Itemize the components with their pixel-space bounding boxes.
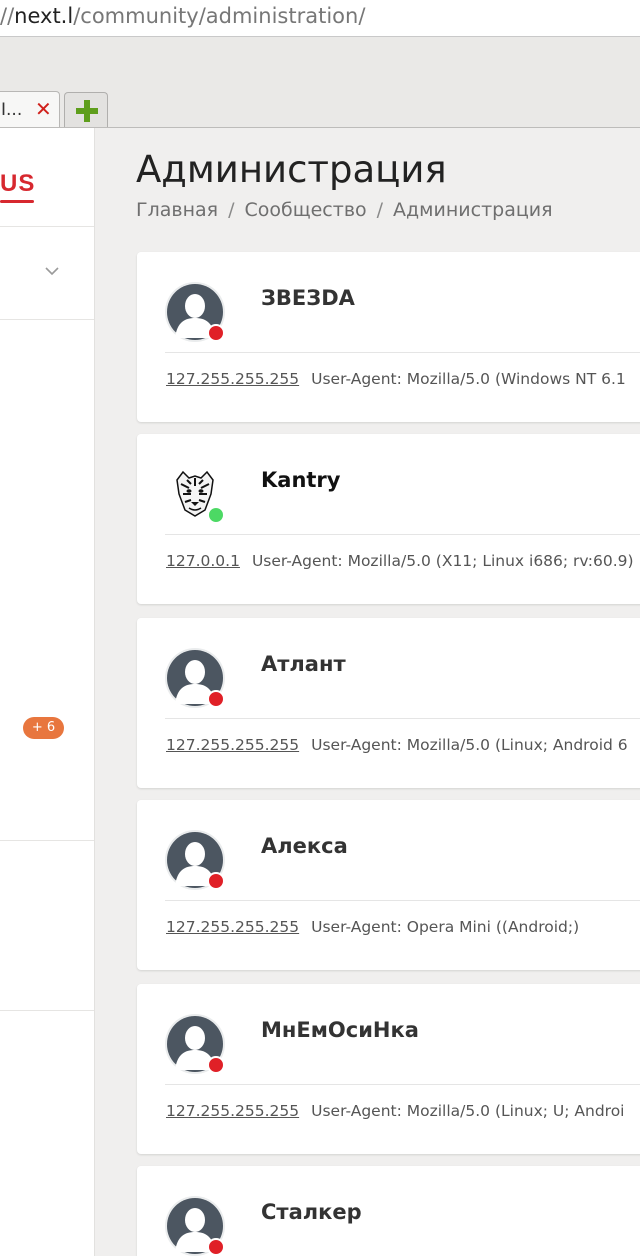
- url-path: /community/administration/: [73, 4, 366, 28]
- offline-status-dot: [207, 1056, 225, 1074]
- online-status-dot: [207, 506, 225, 524]
- url-prefix: //: [0, 4, 15, 28]
- breadcrumb: Главная / Сообщество / Администрация: [136, 199, 553, 221]
- card-divider: [165, 900, 640, 901]
- new-tab-button[interactable]: [64, 92, 108, 127]
- ip-link[interactable]: 127.255.255.255: [166, 1102, 299, 1120]
- page-title: Администрация: [136, 148, 447, 191]
- ip-link[interactable]: 127.0.0.1: [166, 552, 240, 570]
- user-agent: User-Agent: Mozilla/5.0 (Linux; Android …: [311, 736, 628, 754]
- card-divider: [165, 1084, 640, 1085]
- offline-status-dot: [207, 324, 225, 342]
- user-name[interactable]: МнЕмОсиНка: [261, 1018, 419, 1042]
- user-agent: User-Agent: Mozilla/5.0 (Linux; U; Andro…: [311, 1102, 625, 1120]
- address-bar[interactable]: //next.l/community/administration/: [0, 0, 640, 37]
- site-logo[interactable]: US: [0, 170, 35, 198]
- offline-status-dot: [207, 1238, 225, 1256]
- breadcrumb-current: Администрация: [393, 199, 553, 221]
- sidebar: US + 6: [0, 128, 95, 1256]
- card-divider: [165, 718, 640, 719]
- user-session-info: 127.255.255.255 User-Agent: Mozilla/5.0 (…: [166, 1102, 625, 1120]
- user-name[interactable]: Kantry: [261, 468, 340, 492]
- user-agent: User-Agent: Opera Mini ((Android;): [311, 918, 580, 936]
- ip-link[interactable]: 127.255.255.255: [166, 918, 299, 936]
- user-agent: User-Agent: Mozilla/5.0 (Windows NT 6.1: [311, 370, 626, 388]
- sidebar-divider: [0, 1010, 94, 1011]
- user-session-info: 127.255.255.255 User-Agent: Mozilla/5.0 (…: [166, 370, 626, 388]
- breadcrumb-separator: /: [376, 199, 384, 221]
- sidebar-divider: [0, 840, 94, 841]
- close-tab-icon[interactable]: ✕: [35, 97, 52, 121]
- user-card: Сталкер: [137, 1166, 640, 1256]
- user-session-info: 127.255.255.255 User-Agent: Mozilla/5.0 (…: [166, 736, 628, 754]
- tab-title: I...: [1, 100, 23, 120]
- user-card: МнЕмОсиНка 127.255.255.255 User-Agent: Mo…: [137, 984, 640, 1154]
- user-agent: User-Agent: Mozilla/5.0 (X11; Linux i686…: [251, 552, 634, 570]
- breadcrumb-separator: /: [228, 199, 235, 221]
- user-session-info: 127.255.255.255 User-Agent: Opera Mini ((…: [166, 918, 579, 936]
- tab-strip: I... ✕: [0, 37, 640, 128]
- ip-link[interactable]: 127.255.255.255: [166, 370, 299, 388]
- user-session-info: 127.0.0.1 User-Agent: Mozilla/5.0 (X11; L…: [166, 552, 634, 570]
- chevron-down-icon[interactable]: [44, 266, 60, 276]
- user-card: ЗВЕЗDA 127.255.255.255 User-Agent: Mozill…: [137, 252, 640, 422]
- url-text[interactable]: //next.l/community/administration/: [0, 4, 365, 28]
- browser-tab[interactable]: I... ✕: [0, 91, 60, 127]
- url-host: next.l: [14, 4, 74, 28]
- breadcrumb-home[interactable]: Главная: [136, 199, 218, 221]
- offline-status-dot: [207, 690, 225, 708]
- logo-underline: [0, 200, 34, 203]
- breadcrumb-community[interactable]: Сообщество: [244, 199, 366, 221]
- offline-status-dot: [207, 872, 225, 890]
- ip-link[interactable]: 127.255.255.255: [166, 736, 299, 754]
- user-name[interactable]: Атлант: [261, 652, 346, 676]
- card-divider: [165, 534, 640, 535]
- plus-icon: [76, 100, 98, 122]
- user-card: Алекса 127.255.255.255 User-Agent: Opera …: [137, 800, 640, 970]
- user-card: Атлант 127.255.255.255 User-Agent: Mozill…: [137, 618, 640, 788]
- user-card: Kantry 127.0.0.1 User-Agent: Mozilla/5.0 …: [137, 434, 640, 604]
- user-name[interactable]: Сталкер: [261, 1200, 362, 1224]
- sidebar-divider: [0, 319, 94, 320]
- notification-badge[interactable]: + 6: [23, 717, 64, 739]
- user-name[interactable]: ЗВЕЗDA: [261, 286, 355, 310]
- card-divider: [165, 352, 640, 353]
- sidebar-divider: [0, 226, 94, 227]
- user-name[interactable]: Алекса: [261, 834, 348, 858]
